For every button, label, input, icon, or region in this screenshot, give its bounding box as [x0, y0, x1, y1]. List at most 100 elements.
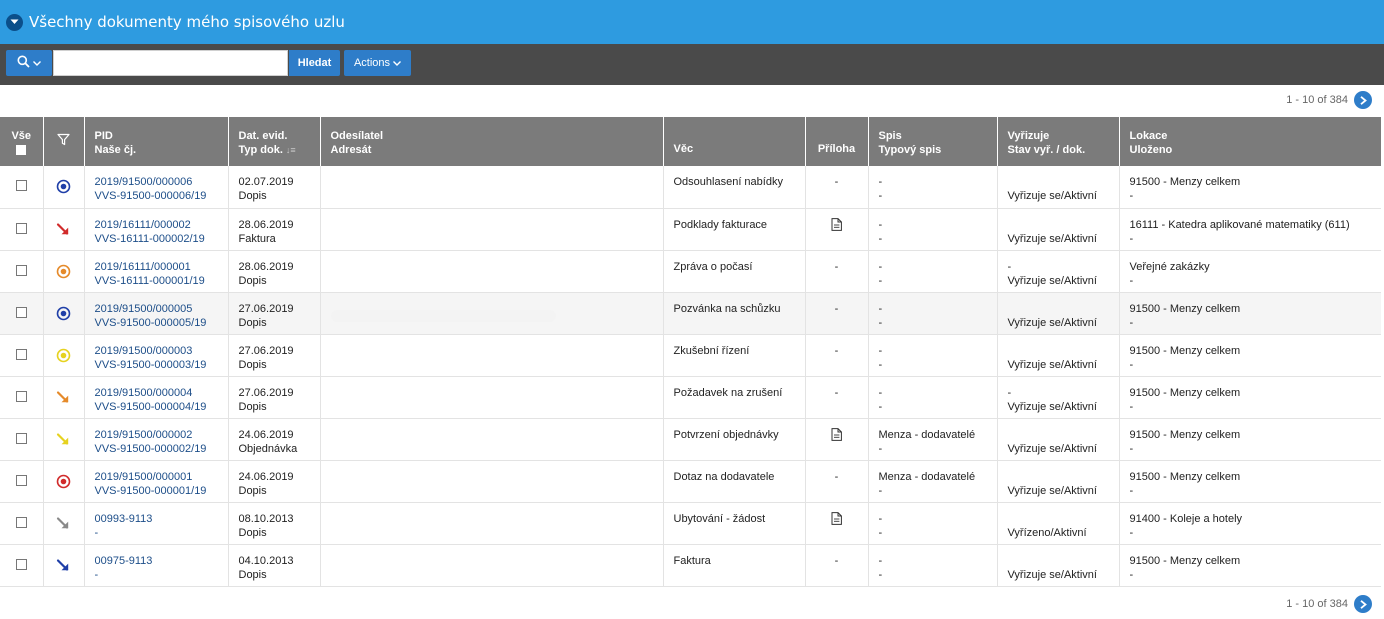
search-input[interactable] — [53, 50, 288, 76]
table-row[interactable]: 00993-9113-08.10.2013 Dopis Ubytování - žá… — [0, 502, 1381, 545]
subject-cell: Dotaz na dodavatele — [663, 460, 806, 503]
document-icon[interactable] — [831, 511, 842, 528]
our-ref-link[interactable]: VVS-91500-000003/19 — [95, 358, 218, 372]
status-value: Vyřizuje se/Aktivní — [1007, 484, 1097, 497]
pid-link[interactable]: 00975-9113 — [95, 554, 218, 568]
our-ref-link[interactable]: VVS-91500-000005/19 — [95, 316, 218, 330]
subject-value: Zkušební řízení — [673, 344, 750, 357]
table-row[interactable]: 2019/91500/000005 VVS-91500-000005/19 27.0… — [0, 292, 1381, 335]
column-filter — [43, 117, 85, 166]
file-cell: -- — [868, 208, 998, 251]
sender-cell — [320, 208, 664, 251]
pid-cell: 2019/91500/000002 VVS-91500-000002/19 — [84, 418, 229, 461]
table-row[interactable]: 2019/91500/000003 VVS-91500-000003/19 27.0… — [0, 334, 1381, 377]
our-ref-link[interactable]: VVS-16111-000001/19 — [95, 274, 218, 288]
file-cell: -- — [868, 292, 998, 335]
row-select-cell — [0, 334, 44, 377]
arrow-down-right-icon — [56, 222, 71, 241]
table-row[interactable]: 00975-9113-04.10.2013 Dopis Faktura - - - Vyři… — [0, 544, 1381, 587]
pid-link[interactable]: 2019/91500/000004 — [95, 386, 218, 400]
stored-value: - — [1129, 358, 1134, 371]
our-ref-link[interactable]: VVS-91500-000006/19 — [95, 189, 218, 203]
next-page-button[interactable] — [1354, 91, 1372, 109]
search-column-button[interactable] — [6, 50, 52, 76]
table-row[interactable]: 2019/91500/000002 VVS-91500-000002/19 24.0… — [0, 418, 1381, 461]
date-cell: 08.10.2013 Dopis — [228, 502, 321, 545]
select-all-checkbox[interactable] — [16, 145, 27, 155]
location-cell: 91500 - Menzy celkem - — [1119, 544, 1381, 587]
row-checkbox[interactable] — [15, 558, 27, 570]
chevron-down-icon[interactable] — [6, 13, 23, 31]
pid-link[interactable]: 2019/91500/000002 — [95, 428, 218, 442]
file-cell: -- — [868, 502, 998, 545]
handler-cell: Vyřizuje se/Aktivní — [997, 208, 1120, 251]
our-ref-header: Naše čj. — [94, 144, 137, 156]
date-value: 08.10.2013 — [238, 512, 294, 525]
our-ref-link[interactable]: - — [95, 526, 218, 540]
our-ref-link[interactable]: VVS-91500-000004/19 — [95, 400, 218, 414]
status-value: Vyřizuje se/Aktivní — [1007, 358, 1097, 371]
column-pid[interactable]: PID Naše čj. — [84, 117, 229, 166]
table-row[interactable]: 2019/91500/000001 VVS-91500-000001/19 24.0… — [0, 460, 1381, 503]
column-handler[interactable]: Vyřizuje Stav vyř. / dok. — [997, 117, 1120, 166]
row-type-cell — [43, 502, 85, 545]
pid-link[interactable]: 2019/16111/000001 — [95, 260, 218, 274]
pid-link[interactable]: 2019/91500/000005 — [95, 302, 218, 316]
sender-cell — [320, 334, 664, 377]
date-value: 28.06.2019 — [238, 218, 294, 231]
column-date[interactable]: Dat. evid. Typ dok. ↓≡ — [228, 117, 321, 166]
search-button[interactable]: Hledat — [289, 50, 340, 76]
row-checkbox[interactable] — [15, 474, 27, 486]
actions-menu-button[interactable]: Actions — [344, 50, 411, 76]
row-checkbox[interactable] — [15, 222, 27, 234]
table-row[interactable]: 2019/91500/000006 VVS-91500-000006/19 02.0… — [0, 166, 1381, 209]
our-ref-link[interactable]: VVS-91500-000002/19 — [95, 442, 218, 456]
our-ref-link[interactable]: VVS-16111-000002/19 — [95, 232, 218, 246]
column-subject[interactable]: Věc — [663, 117, 806, 166]
sender-cell — [320, 418, 664, 461]
row-checkbox[interactable] — [15, 516, 27, 528]
row-checkbox[interactable] — [15, 180, 27, 191]
row-checkbox[interactable] — [15, 432, 27, 444]
filter-icon[interactable] — [57, 133, 70, 149]
pid-link[interactable]: 00993-9113 — [95, 512, 218, 526]
location-value: 91500 - Menzy celkem — [1129, 176, 1241, 188]
pid-link[interactable]: 2019/91500/000003 — [95, 344, 218, 358]
doc-type-value: Dopis — [238, 358, 267, 371]
table-row[interactable]: 2019/91500/000004 VVS-91500-000004/19 27.0… — [0, 376, 1381, 419]
file-cell: -- — [868, 544, 998, 587]
row-type-cell — [43, 460, 85, 503]
document-icon[interactable] — [831, 217, 842, 234]
column-attachment[interactable]: Příloha — [805, 117, 869, 166]
file-type-value: - — [878, 568, 883, 581]
column-sender[interactable]: Odesílatel Adresát — [320, 117, 664, 166]
column-file[interactable]: Spis Typový spis — [868, 117, 998, 166]
row-checkbox[interactable] — [15, 264, 27, 276]
handler-cell: Vyřizuje se/Aktivní — [997, 292, 1120, 335]
table-row[interactable]: 2019/16111/000001 VVS-16111-000001/19 28.0… — [0, 250, 1381, 293]
sort-descending-icon[interactable]: ↓≡ — [286, 145, 296, 155]
pid-link[interactable]: 2019/91500/000001 — [95, 470, 218, 484]
handler-cell: Vyřizuje se/Aktivní — [997, 460, 1120, 503]
pid-link[interactable]: 2019/91500/000006 — [95, 175, 218, 189]
location-value: 91500 - Menzy celkem — [1129, 554, 1241, 567]
column-select-all: Vše — [0, 117, 44, 166]
file-type-header: Typový spis — [878, 144, 942, 156]
location-value: 16111 - Katedra aplikované matematiky (6… — [1129, 218, 1350, 231]
next-page-button[interactable] — [1354, 595, 1372, 613]
row-checkbox[interactable] — [15, 306, 27, 318]
target-circle-icon — [56, 306, 71, 325]
our-ref-link[interactable]: - — [95, 568, 218, 582]
pid-link[interactable]: 2019/16111/000002 — [95, 218, 218, 232]
column-location[interactable]: Lokace Uloženo — [1119, 117, 1381, 166]
doc-type-value: Dopis — [238, 568, 267, 581]
our-ref-link[interactable]: VVS-91500-000001/19 — [95, 484, 218, 498]
document-icon[interactable] — [831, 427, 842, 444]
row-checkbox[interactable] — [15, 348, 27, 360]
table-row[interactable]: 2019/16111/000002 VVS-16111-000002/19 28.0… — [0, 208, 1381, 251]
row-checkbox[interactable] — [15, 390, 27, 402]
location-cell: 91500 - Menzy celkem - — [1119, 460, 1381, 503]
subject-value: Odsouhlasení nabídky — [673, 176, 783, 188]
attachment-value: - — [834, 260, 839, 273]
pid-cell: 2019/91500/000004 VVS-91500-000004/19 — [84, 376, 229, 419]
